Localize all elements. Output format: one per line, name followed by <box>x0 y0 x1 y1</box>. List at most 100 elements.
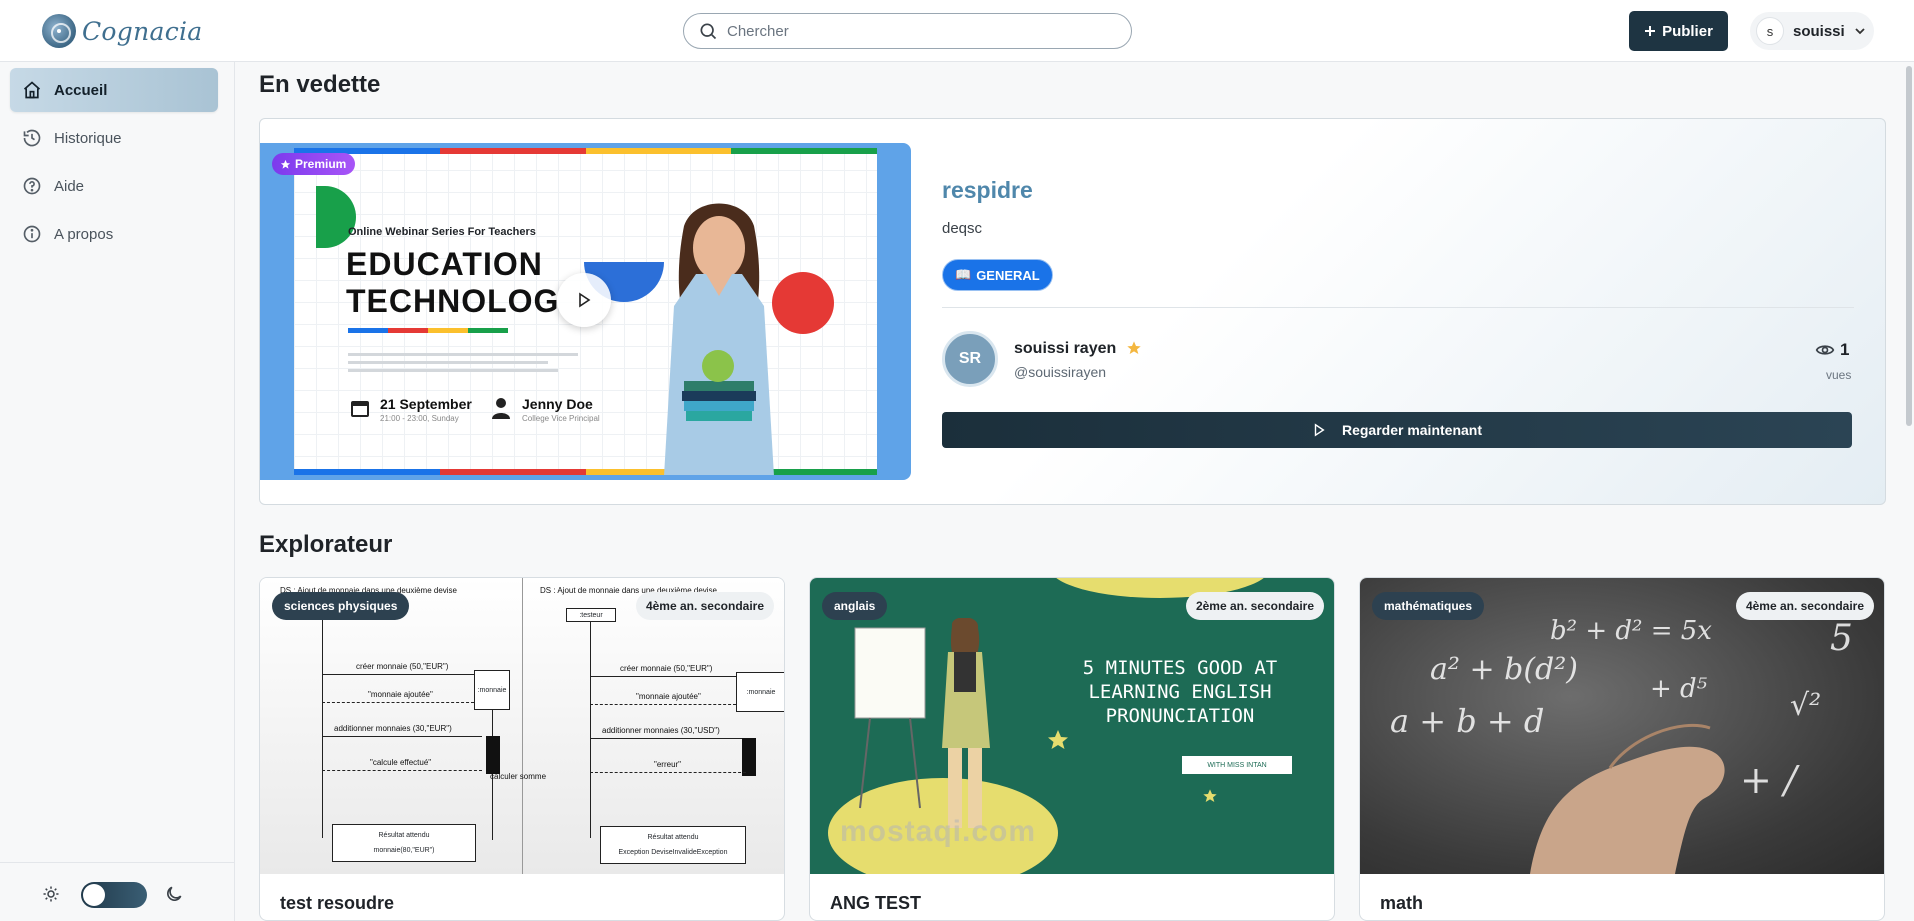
uml-message: créer monnaie (50,"EUR") <box>620 664 713 673</box>
watch-now-label: Regarder maintenant <box>1341 422 1483 438</box>
thumbnail-tag: WITH MISS INTAN <box>1182 756 1292 774</box>
search-bar[interactable] <box>683 13 1132 49</box>
uml-object: :monnaie <box>736 672 784 712</box>
calendar-icon <box>351 401 369 417</box>
star-icon <box>1127 341 1141 354</box>
toggle-knob <box>83 884 105 906</box>
app-name: Cognacia <box>82 16 203 46</box>
book-icon: 📖 <box>955 267 972 282</box>
star-icon <box>280 159 291 169</box>
watch-now-button[interactable]: Regarder maintenant <box>942 412 1852 448</box>
video-card[interactable]: b² + d² = 5x a² + b(d²) a + b + d + d⁵ √… <box>1359 577 1885 921</box>
level-chip[interactable]: 4ème an. secondaire <box>1735 592 1874 620</box>
sun-icon[interactable] <box>42 885 60 903</box>
premium-label: Premium <box>295 157 347 171</box>
watermark: mostaqi.com <box>840 815 1037 848</box>
thumbnail-person: Jenny Doe <box>522 396 593 412</box>
card-title[interactable]: test resoudre <box>280 893 394 914</box>
hand-illustration <box>1530 723 1725 874</box>
card-thumbnail[interactable]: b² + d² = 5x a² + b(d²) a + b + d + d⁵ √… <box>1360 578 1884 874</box>
uml-message: "calcule effectué" <box>370 758 432 767</box>
featured-thumbnail[interactable]: Premium Online Webinar Series For Teache… <box>260 143 911 480</box>
user-menu[interactable]: s souissi <box>1750 12 1874 50</box>
uml-message: créer monnaie (50,"EUR") <box>356 662 449 671</box>
uml-result-box: Résultat attendu monnaie(80,"EUR") <box>332 824 476 862</box>
uml-object: :monnaie <box>474 670 510 710</box>
uml-message: calculer somme <box>490 772 547 781</box>
person-icon <box>492 398 510 419</box>
author-avatar[interactable]: SR <box>942 331 998 387</box>
subject-chip[interactable]: sciences physiques <box>272 592 410 620</box>
history-icon <box>23 129 41 147</box>
eye-icon <box>1815 345 1835 355</box>
sidebar: Accueil Historique Aide A propos <box>0 62 235 921</box>
thumbnail-time: 21:00 - 23:00, Sunday <box>380 414 459 423</box>
search-input[interactable] <box>727 22 1107 40</box>
explorer-section-title: Explorateur <box>259 531 393 558</box>
featured-title[interactable]: respidre <box>942 177 1033 204</box>
sidebar-item-accueil[interactable]: Accueil <box>10 68 218 112</box>
theme-switcher <box>0 862 235 921</box>
premium-badge: Premium <box>272 153 356 175</box>
uml-message: "monnaie ajoutée" <box>368 690 433 699</box>
publish-label: Publier <box>1662 22 1713 40</box>
divider <box>942 307 1854 308</box>
uml-result-box: Résultat attendu Exception DeviseInvalide… <box>600 826 746 864</box>
play-icon <box>579 292 591 308</box>
home-icon <box>23 81 41 99</box>
thumbnail-headline: 5 MINUTES GOOD AT LEARNING ENGLISH PRONU… <box>1082 657 1278 727</box>
category-tag-label: GENERAL <box>976 267 1040 283</box>
app-logo[interactable]: Cognacia <box>42 14 203 48</box>
sidebar-item-label: Accueil <box>54 81 108 99</box>
uml-diagram-thumbnail: DS : Ajout de monnaie dans une deuxième … <box>260 578 784 874</box>
info-icon <box>23 225 41 243</box>
search-icon <box>700 23 717 40</box>
avatar: s <box>1756 17 1784 45</box>
category-tag[interactable]: 📖 GENERAL <box>942 259 1053 291</box>
top-header: Cognacia Publier s souissi <box>0 0 1914 62</box>
thumbnail-subtitle: Online Webinar Series For Teachers <box>348 226 536 238</box>
uml-message: additionner monnaies (30,"EUR") <box>334 724 452 733</box>
sidebar-item-label: A propos <box>54 225 114 243</box>
uml-message: additionner monnaies (30,"USD") <box>602 726 720 735</box>
scrollbar[interactable] <box>1906 66 1912 426</box>
thumbnail-title-line1: EDUCATION <box>346 246 543 282</box>
thumbnail-role: College Vice Principal <box>522 414 600 423</box>
sidebar-item-a-propos[interactable]: A propos <box>10 212 218 256</box>
star-icon <box>1048 730 1068 749</box>
card-title[interactable]: math <box>1380 893 1423 914</box>
user-name: souissi <box>1793 22 1845 40</box>
plus-icon <box>1645 26 1656 36</box>
uml-message: "monnaie ajoutée" <box>636 692 701 701</box>
theme-toggle[interactable] <box>81 882 147 908</box>
card-thumbnail[interactable]: DS : Ajout de monnaie dans une deuxième … <box>260 578 784 874</box>
video-card[interactable]: DS : Ajout de monnaie dans une deuxième … <box>259 577 785 921</box>
author-handle: @souissirayen <box>1014 364 1107 380</box>
star-icon <box>1203 789 1217 802</box>
views-number: 1 <box>1840 340 1850 359</box>
author-name[interactable]: souissi rayen <box>1014 340 1116 358</box>
teacher-illustration <box>664 203 774 475</box>
views-label: vues <box>1826 368 1852 382</box>
level-chip[interactable]: 2ème an. secondaire <box>1185 592 1324 620</box>
sidebar-item-label: Historique <box>54 129 122 147</box>
level-chip[interactable]: 4ème an. secondaire <box>635 592 774 620</box>
video-card[interactable]: 5 MINUTES GOOD AT LEARNING ENGLISH PRONU… <box>809 577 1335 921</box>
logo-icon <box>42 14 76 48</box>
card-title[interactable]: ANG TEST <box>830 893 921 914</box>
subject-chip[interactable]: anglais <box>822 592 888 620</box>
help-icon <box>23 177 41 195</box>
sidebar-item-historique[interactable]: Historique <box>10 116 218 160</box>
subject-chip[interactable]: mathématiques <box>1372 592 1485 620</box>
play-icon <box>1314 423 1325 437</box>
uml-object: :testeur <box>566 608 616 622</box>
thumbnail-title-line2: TECHNOLOG <box>346 283 560 319</box>
moon-icon[interactable] <box>164 884 184 904</box>
uml-message: "erreur" <box>654 760 682 769</box>
sidebar-item-label: Aide <box>54 177 85 195</box>
publish-button[interactable]: Publier <box>1629 11 1728 51</box>
sidebar-item-aide[interactable]: Aide <box>10 164 218 208</box>
play-button[interactable] <box>557 273 611 327</box>
thumbnail-lorem <box>348 353 578 381</box>
chevron-down-icon <box>1855 28 1865 35</box>
